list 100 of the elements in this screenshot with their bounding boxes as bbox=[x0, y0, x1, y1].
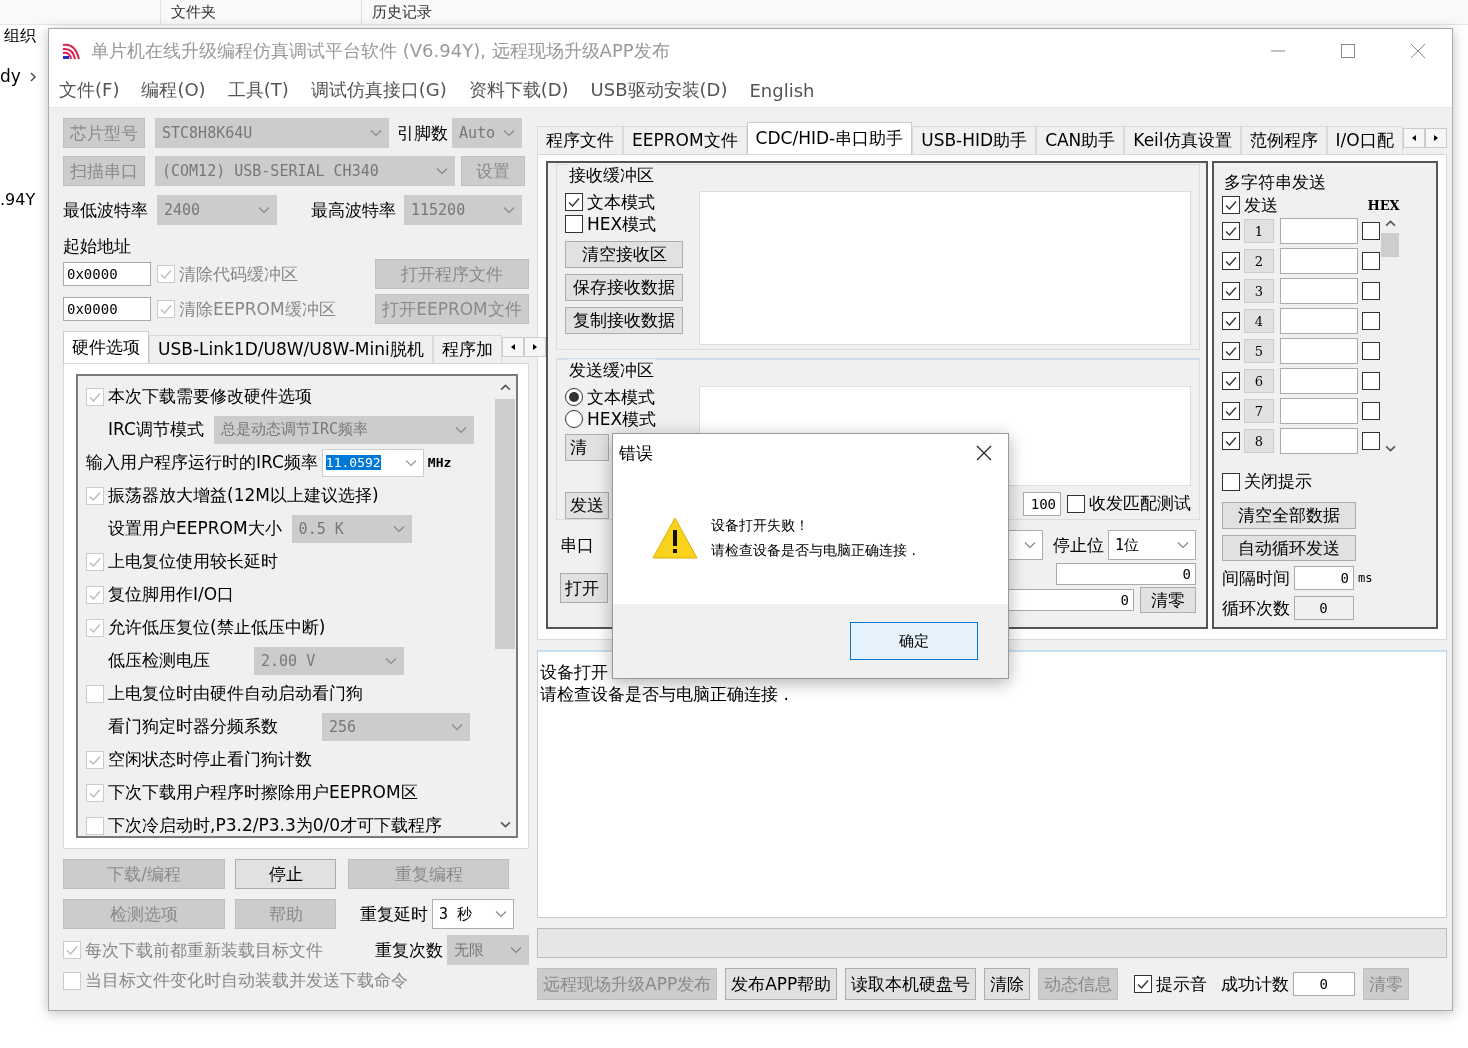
checkbox[interactable] bbox=[1362, 432, 1380, 450]
menu-item[interactable]: 文件(F) bbox=[59, 78, 120, 102]
tab[interactable]: I/O口配 bbox=[1326, 126, 1403, 154]
menu-item[interactable]: 工具(T) bbox=[227, 78, 289, 102]
tab[interactable]: 程序加 bbox=[432, 335, 502, 363]
send-number-button[interactable]: 7 bbox=[1244, 399, 1274, 423]
send-number-button[interactable]: 2 bbox=[1244, 249, 1274, 273]
menu-item[interactable]: English bbox=[749, 79, 815, 101]
option-label: IRC调节模式 bbox=[108, 418, 205, 441]
checkbox[interactable] bbox=[1222, 402, 1240, 420]
tab[interactable]: 硬件选项 bbox=[63, 331, 149, 363]
button[interactable]: 停止 bbox=[235, 859, 336, 889]
button[interactable]: 发布APP帮助 bbox=[725, 968, 838, 1000]
checkbox[interactable] bbox=[565, 193, 583, 211]
string-field[interactable] bbox=[1280, 338, 1358, 364]
scroll-right-button[interactable] bbox=[523, 337, 546, 357]
button[interactable]: 清空全部数据 bbox=[1222, 501, 1356, 529]
string-field[interactable] bbox=[1280, 428, 1358, 454]
breadcrumb-fragment[interactable]: dy bbox=[0, 66, 21, 86]
menu-item[interactable]: 编程(O) bbox=[141, 78, 206, 102]
checkbox[interactable] bbox=[1362, 372, 1380, 390]
send-number-button[interactable]: 3 bbox=[1244, 279, 1274, 303]
close-icon[interactable] bbox=[976, 445, 992, 461]
file-name-fragment[interactable]: .94Y bbox=[0, 190, 36, 209]
checkbox[interactable] bbox=[1067, 494, 1085, 513]
frequency-combo[interactable]: 11.0592 bbox=[321, 448, 424, 477]
checkbox[interactable] bbox=[1222, 196, 1240, 214]
explorer-tab-label[interactable]: 文件夹 bbox=[160, 0, 361, 24]
checkbox[interactable] bbox=[565, 215, 583, 233]
start-address-label: 起始地址 bbox=[63, 235, 132, 257]
send-button[interactable]: 发送 bbox=[565, 492, 609, 519]
string-field[interactable] bbox=[1280, 248, 1358, 274]
interval-label: 间隔时间 bbox=[1222, 566, 1290, 590]
button[interactable]: 读取本机硬盘号 bbox=[845, 968, 977, 1000]
explorer-tab-label[interactable]: 历史记录 bbox=[361, 0, 562, 24]
button[interactable]: 清 bbox=[565, 434, 609, 461]
string-field[interactable] bbox=[1280, 368, 1358, 394]
checkbox[interactable] bbox=[1362, 402, 1380, 420]
address-field[interactable]: 0x0000 bbox=[63, 262, 151, 286]
string-field[interactable] bbox=[1280, 278, 1358, 304]
menu-item[interactable]: USB驱动安装(D) bbox=[590, 78, 728, 102]
send-number-button[interactable]: 4 bbox=[1244, 309, 1274, 333]
tab[interactable]: EEPROM文件 bbox=[623, 126, 747, 154]
checkbox[interactable] bbox=[1362, 252, 1380, 270]
checkbox[interactable] bbox=[1362, 342, 1380, 360]
tab[interactable]: 程序文件 bbox=[537, 126, 623, 154]
checkbox[interactable] bbox=[1222, 312, 1240, 330]
interval-field[interactable]: 0 bbox=[1294, 566, 1354, 591]
string-field[interactable] bbox=[1280, 308, 1358, 334]
tab[interactable]: CAN助手 bbox=[1036, 126, 1125, 154]
checkbox[interactable] bbox=[1134, 975, 1153, 993]
scroll-left-button[interactable] bbox=[501, 337, 524, 357]
button[interactable]: 复制接收数据 bbox=[565, 307, 683, 334]
tab[interactable]: Keil仿真设置 bbox=[1124, 126, 1241, 154]
send-number-button[interactable]: 6 bbox=[1244, 369, 1274, 393]
send-number-button[interactable]: 1 bbox=[1244, 219, 1274, 243]
menu-item[interactable]: 调试仿真接口(G) bbox=[310, 78, 447, 102]
scroll-left-button[interactable] bbox=[1402, 128, 1425, 148]
interval-field[interactable]: 100 bbox=[1023, 491, 1061, 516]
checkbox-label: 发送 bbox=[1244, 193, 1278, 217]
toolbar-label[interactable]: 组织 bbox=[4, 26, 36, 47]
address-field[interactable]: 0x0000 bbox=[63, 297, 151, 321]
radio-button[interactable] bbox=[565, 410, 583, 428]
tab[interactable]: CDC/HID-串口助手 bbox=[746, 122, 913, 154]
scrollbar-thumb[interactable] bbox=[1381, 233, 1399, 257]
tab[interactable]: USB-Link1D/U8W/U8W-Mini脱机 bbox=[149, 335, 433, 363]
scrollbar-thumb[interactable] bbox=[495, 399, 515, 649]
string-field[interactable] bbox=[1280, 218, 1358, 244]
radio-button[interactable] bbox=[565, 388, 583, 406]
checkbox[interactable] bbox=[1362, 222, 1380, 240]
tab[interactable]: 范例程序 bbox=[1240, 126, 1327, 154]
button[interactable]: 自动循环发送 bbox=[1222, 534, 1356, 562]
string-field[interactable] bbox=[1280, 398, 1358, 424]
button[interactable]: 清零 bbox=[1140, 587, 1196, 613]
window-title: 单片机在线升级编程仿真调试平台软件 (V6.94Y), 远程现场升级APP发布 bbox=[91, 39, 670, 63]
chevron-right-icon[interactable] bbox=[30, 72, 36, 82]
group-title: 接收缓冲区 bbox=[567, 164, 656, 187]
send-number-button[interactable]: 8 bbox=[1244, 429, 1274, 453]
maximize-icon[interactable] bbox=[1340, 43, 1356, 59]
checkbox[interactable] bbox=[1222, 432, 1240, 450]
scroll-right-button[interactable] bbox=[1424, 128, 1447, 148]
menu-item[interactable]: 资料下载(D) bbox=[468, 78, 569, 102]
checkbox[interactable] bbox=[1362, 282, 1380, 300]
dropdown[interactable]: 1位 bbox=[1108, 530, 1196, 560]
dropdown[interactable]: 3 秒 bbox=[432, 899, 514, 929]
checkbox[interactable] bbox=[1222, 472, 1240, 491]
checkbox[interactable] bbox=[1222, 252, 1240, 270]
checkbox[interactable] bbox=[1222, 282, 1240, 300]
success-count-field: 0 bbox=[1293, 972, 1356, 996]
checkbox[interactable] bbox=[1222, 342, 1240, 360]
button[interactable]: 打开 bbox=[560, 573, 608, 603]
button[interactable]: 清空接收区 bbox=[565, 241, 683, 268]
checkbox[interactable] bbox=[1222, 372, 1240, 390]
checkbox[interactable] bbox=[1222, 222, 1240, 240]
send-number-button[interactable]: 5 bbox=[1244, 339, 1274, 363]
tab[interactable]: USB-HID助手 bbox=[912, 126, 1037, 154]
button[interactable]: 保存接收数据 bbox=[565, 274, 683, 301]
checkbox[interactable] bbox=[1362, 312, 1380, 330]
button[interactable]: 清除 bbox=[984, 968, 1031, 1000]
ok-button[interactable]: 确定 bbox=[850, 622, 978, 660]
